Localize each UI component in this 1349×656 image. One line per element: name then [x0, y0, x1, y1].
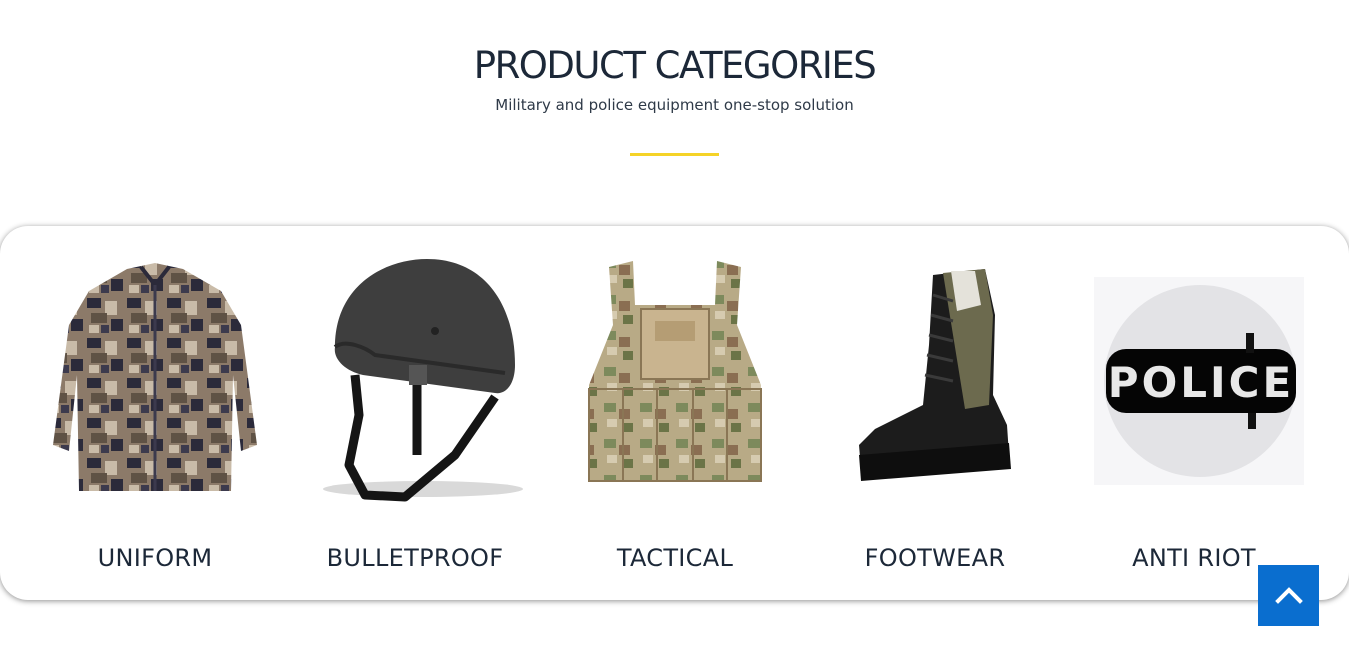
section-title: PRODUCT CATEGORIES: [473, 44, 877, 87]
category-tactical[interactable]: TACTICAL: [545, 226, 805, 600]
product-categories-section: PRODUCT CATEGORIES Military and police e…: [0, 0, 1349, 656]
tactical-vest-image[interactable]: [565, 250, 785, 510]
category-label[interactable]: UNIFORM: [25, 544, 285, 572]
category-bulletproof[interactable]: BULLETPROOF: [285, 226, 545, 600]
categories-card: UNIFORM BULLETPROOF TACTICAL FOOTWEAR PO…: [0, 226, 1349, 600]
category-label[interactable]: FOOTWEAR: [805, 544, 1065, 572]
chevron-up-icon: [1274, 584, 1303, 608]
svg-text:POLICE: POLICE: [1108, 358, 1294, 407]
section-subtitle: Military and police equipment one-stop s…: [495, 96, 854, 114]
title-divider: [630, 153, 719, 156]
camo-jacket-image[interactable]: [45, 250, 265, 510]
category-uniform[interactable]: UNIFORM: [25, 226, 285, 600]
category-label[interactable]: BULLETPROOF: [285, 544, 545, 572]
back-to-top-button[interactable]: [1258, 565, 1319, 626]
combat-boot-image[interactable]: [825, 250, 1045, 510]
category-anti-riot[interactable]: POLICE ANTI RIOT: [1064, 226, 1324, 600]
category-label[interactable]: TACTICAL: [545, 544, 805, 572]
category-footwear[interactable]: FOOTWEAR: [805, 226, 1065, 600]
riot-shield-image[interactable]: POLICE: [1084, 250, 1304, 510]
ballistic-helmet-image[interactable]: [305, 250, 525, 510]
